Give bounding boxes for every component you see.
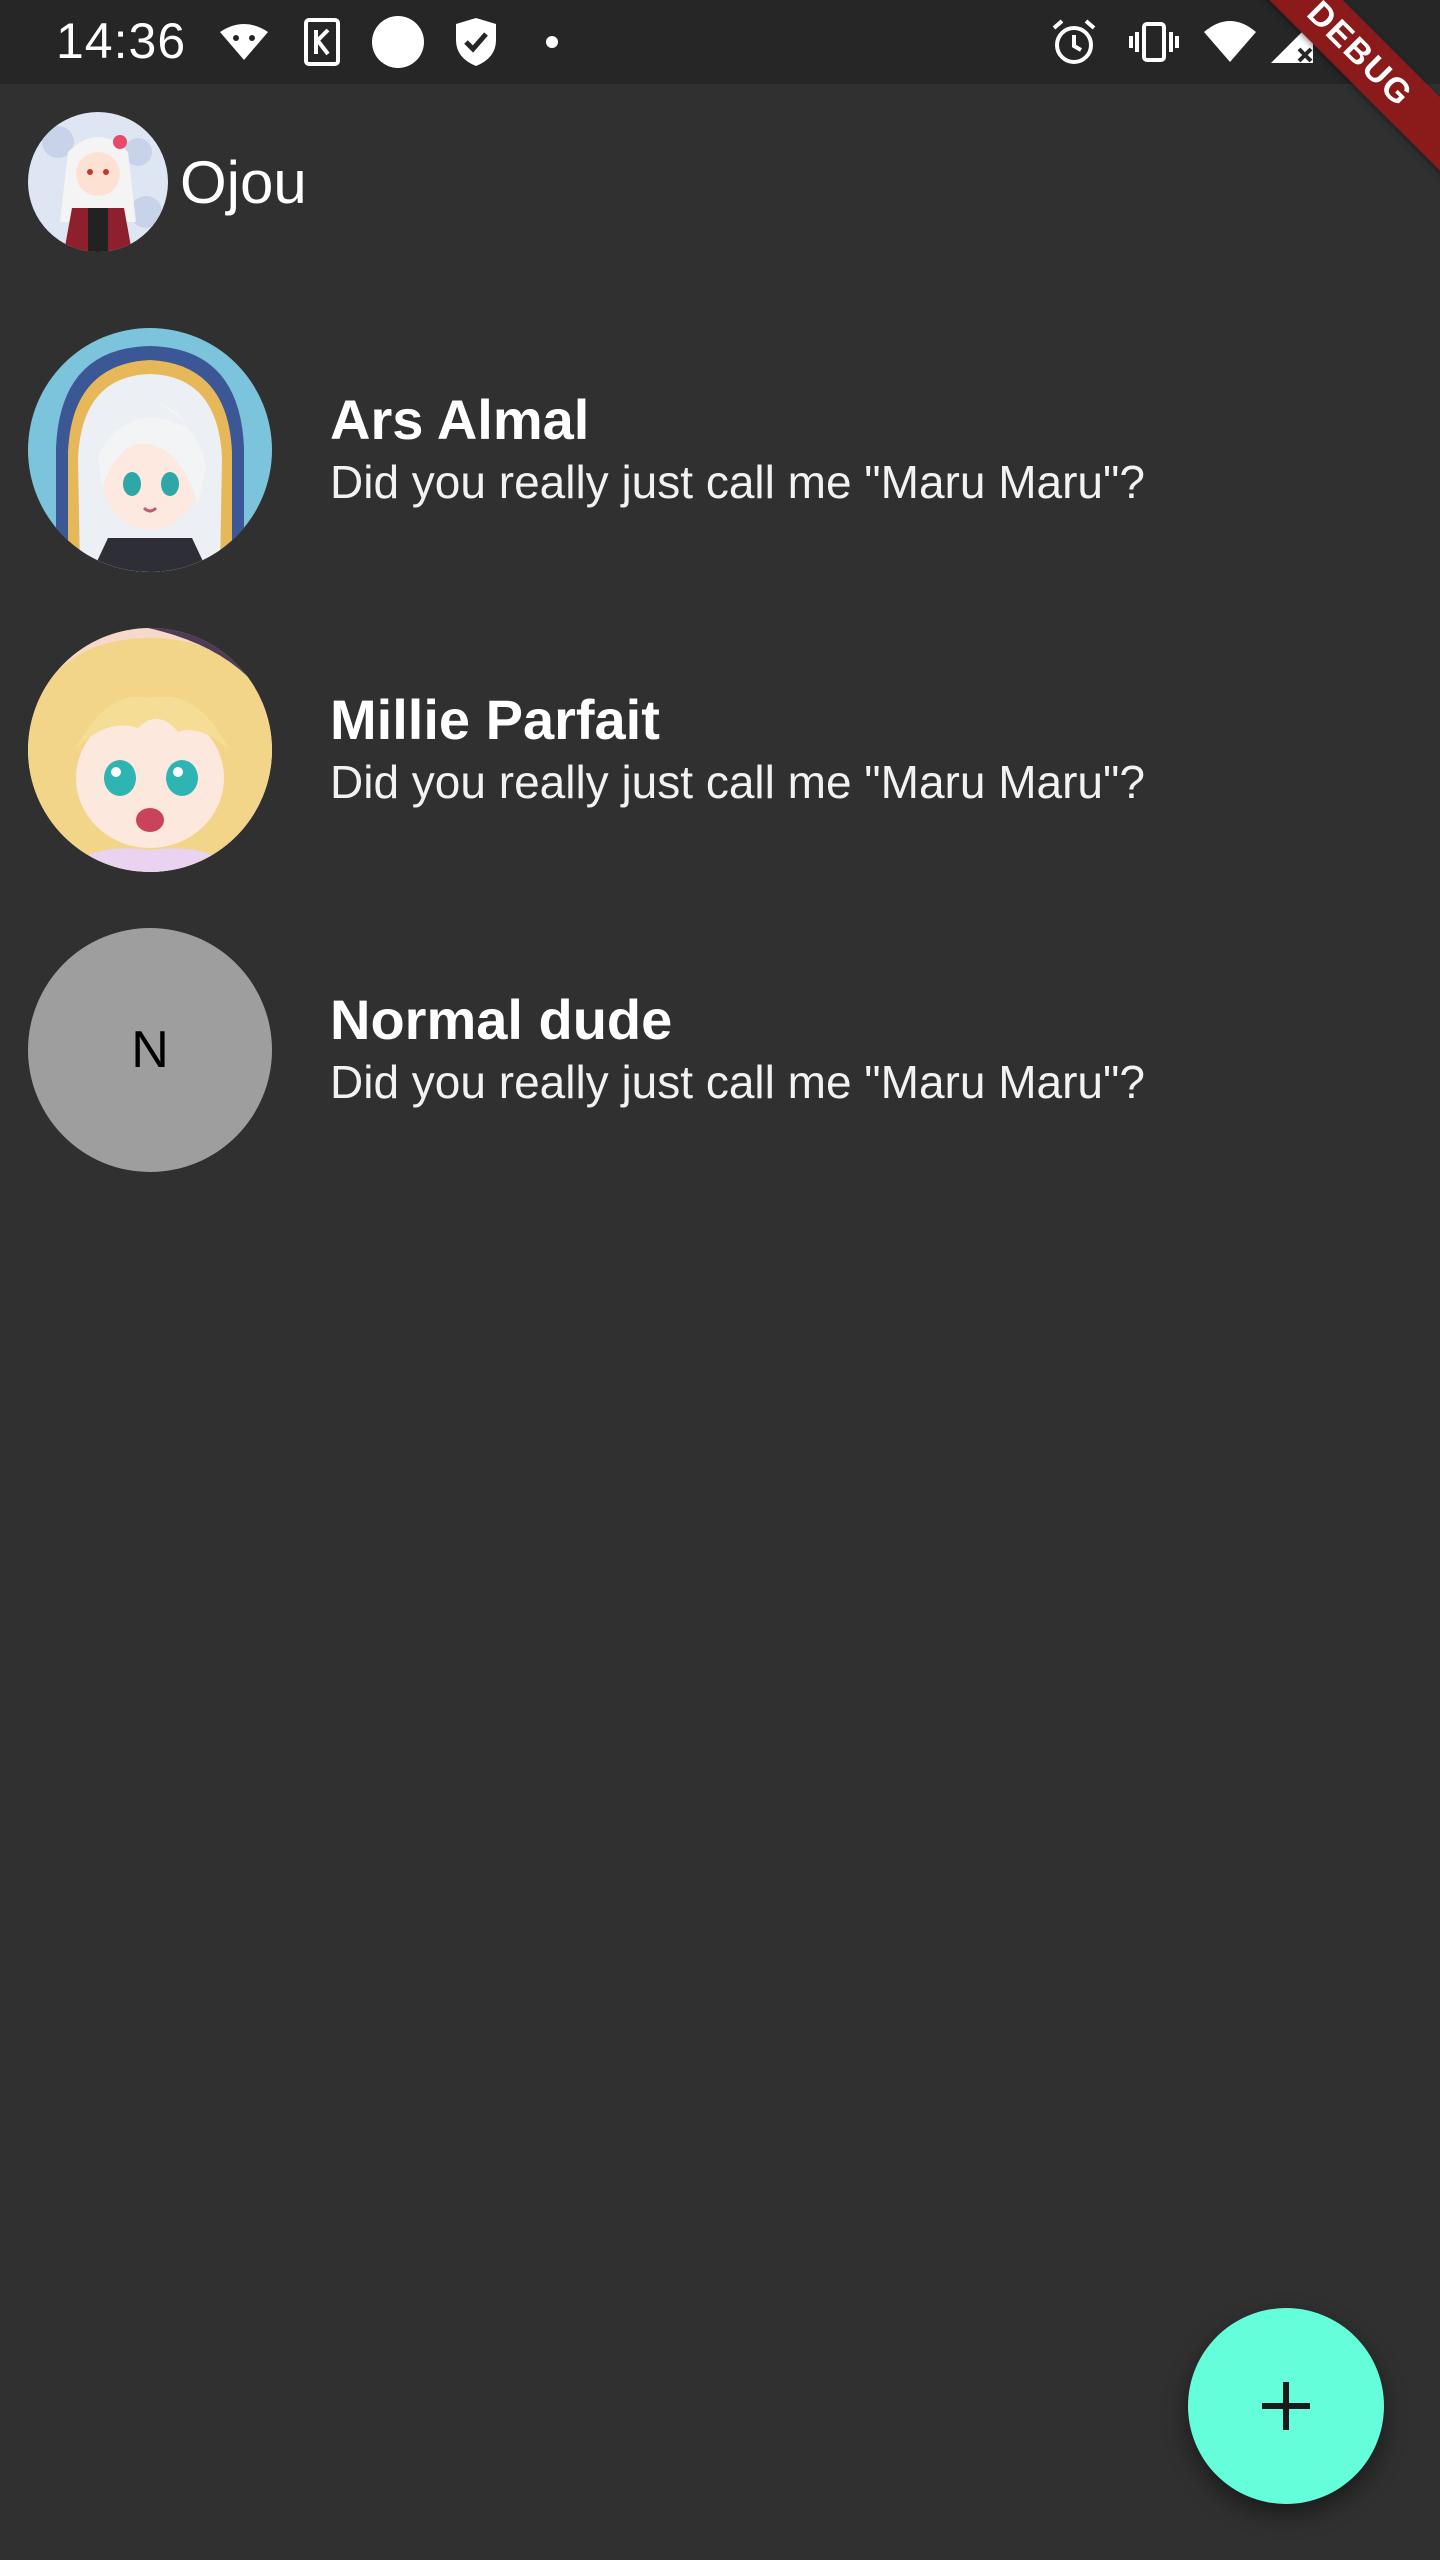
- add-chat-button[interactable]: [1188, 2308, 1384, 2504]
- contact-avatar: [28, 328, 272, 572]
- last-message: Did you really just call me "Maru Maru"?: [330, 456, 1145, 508]
- chat-list-item[interactable]: N Normal dude Did you really just call m…: [0, 900, 1440, 1200]
- user-avatar[interactable]: [28, 112, 168, 252]
- plus-icon: [1262, 2382, 1310, 2430]
- contact-avatar: N: [28, 928, 272, 1172]
- last-message: Did you really just call me "Maru Maru"?: [330, 756, 1145, 808]
- chat-list-item[interactable]: Millie Parfait Did you really just call …: [0, 600, 1440, 900]
- circle-icon: [368, 12, 428, 72]
- contact-name: Ars Almal: [330, 388, 590, 451]
- wifi-icon: [1200, 12, 1260, 72]
- chat-list: Ars Almal Did you really just call me "M…: [0, 300, 1440, 1200]
- avatar-initial: N: [131, 1021, 169, 1079]
- status-time: 14:36: [56, 13, 187, 69]
- contact-name: Normal dude: [330, 988, 673, 1051]
- k-app-icon: [292, 12, 352, 72]
- chat-screen: 14:36 DEBUG Ojou Ars Almal Did you reall…: [0, 0, 1440, 2560]
- status-bar: 14:36: [0, 0, 1440, 84]
- vibrate-icon: [1124, 12, 1184, 72]
- page-title: Ojou: [180, 148, 307, 216]
- app-header: Ojou: [28, 110, 307, 254]
- android-debug-icon: [214, 12, 274, 72]
- contact-name: Millie Parfait: [330, 688, 660, 751]
- last-message: Did you really just call me "Maru Maru"?: [330, 1056, 1145, 1108]
- shield-check-icon: [446, 12, 506, 72]
- dot-icon: [522, 12, 582, 72]
- chat-list-item[interactable]: Ars Almal Did you really just call me "M…: [0, 300, 1440, 600]
- alarm-icon: [1044, 12, 1104, 72]
- contact-avatar: [28, 628, 272, 872]
